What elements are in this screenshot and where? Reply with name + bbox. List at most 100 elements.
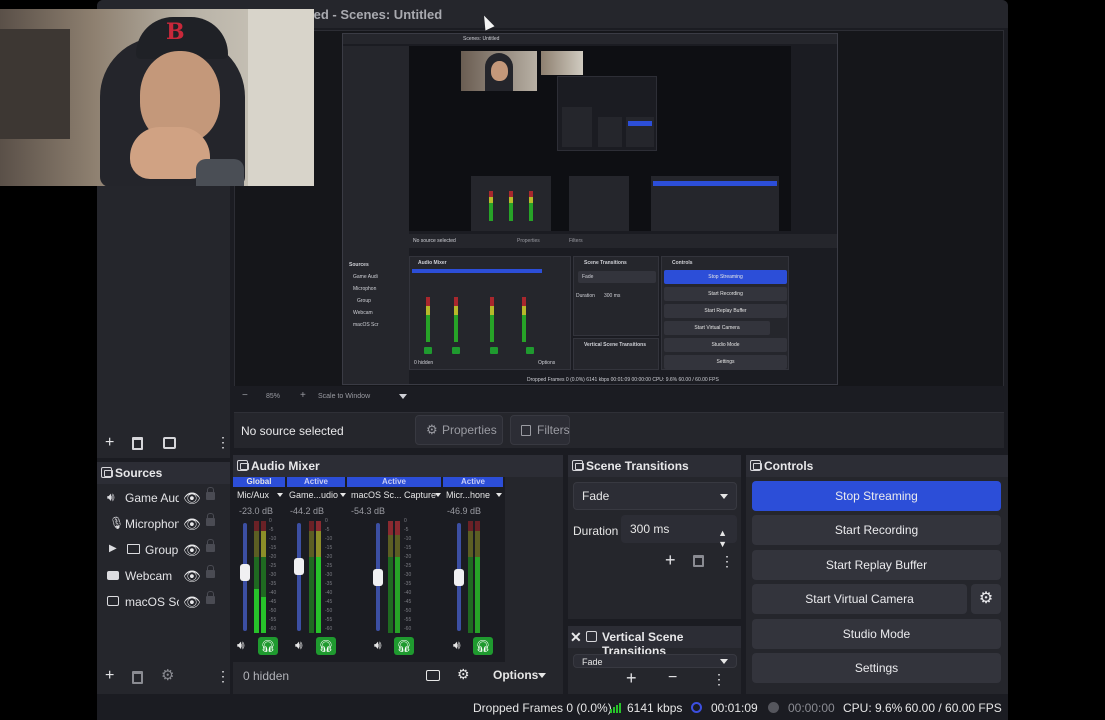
advanced-audio-gear-icon[interactable]: ⚙ [457, 666, 470, 683]
vertical-transition-menu-dots-icon[interactable]: ⋮ [712, 671, 726, 687]
level-meter [395, 521, 400, 633]
fader-knob[interactable] [240, 563, 250, 581]
fader-knob[interactable] [373, 569, 383, 586]
headphones-icon[interactable]: 🎧︎ [258, 637, 278, 655]
remove-scene-trash-icon[interactable] [132, 437, 143, 450]
nested-transitions-title: Scene Transitions [584, 260, 627, 266]
level-meter [388, 521, 393, 633]
stop-streaming-button[interactable]: Stop Streaming [752, 481, 1001, 511]
lock-icon[interactable] [206, 591, 215, 604]
chevron-right-icon[interactable]: ▶ [109, 543, 121, 555]
start-replay-buffer-button[interactable]: Start Replay Buffer [752, 550, 1001, 580]
lock-icon[interactable] [206, 487, 215, 500]
eye-icon[interactable]: 👁︎ [183, 594, 201, 611]
chevron-down-icon[interactable] [435, 493, 441, 497]
scale-dropdown-arrow[interactable] [399, 394, 407, 399]
close-icon[interactable]: ✕ [570, 629, 582, 646]
mixer-layout-icon[interactable] [426, 670, 440, 681]
chevron-down-icon[interactable] [277, 493, 283, 497]
tattoo-arm [196, 159, 244, 186]
meter-scale-tick: 0 [404, 518, 407, 524]
vertical-transition-select[interactable]: Fade [573, 654, 737, 668]
volume-fader[interactable] [297, 523, 301, 631]
lock-icon[interactable] [206, 565, 215, 578]
folder-icon [127, 544, 140, 554]
zoom-out-button[interactable]: − [242, 390, 248, 401]
headphones-icon[interactable]: 🎧︎ [394, 637, 414, 655]
lock-icon[interactable] [206, 513, 215, 526]
studio-mode-button[interactable]: Studio Mode [752, 619, 1001, 649]
scene-menu-dots-icon[interactable]: ⋮ [216, 434, 230, 450]
remove-source-trash-icon[interactable] [132, 671, 143, 684]
scale-to-window[interactable]: Scale to Window [318, 393, 370, 400]
nested-status-bar: Dropped Frames 0 (0.0%) 6141 kbps 00:01:… [409, 374, 837, 384]
settings-button[interactable]: Settings [752, 653, 1001, 683]
add-scene-button[interactable]: + [105, 435, 114, 451]
nested-audio-mixer-title: Audio Mixer [418, 260, 447, 266]
zoom-in-button[interactable]: + [300, 390, 306, 401]
nested-vertical-transitions: Vertical Scene Transitions [573, 338, 659, 370]
sources-header: Sources [97, 462, 230, 484]
cpu-usage: CPU: 9.6% [843, 701, 903, 715]
headphones-icon[interactable]: 🎧︎ [316, 637, 336, 655]
source-menu-dots-icon[interactable]: ⋮ [216, 668, 230, 684]
filters-button[interactable]: Filters [510, 415, 570, 445]
transition-select[interactable]: Fade [573, 482, 737, 510]
start-recording-button[interactable]: Start Recording [752, 515, 1001, 545]
chevron-down-icon [720, 494, 728, 499]
transition-menu-dots-icon[interactable]: ⋮ [720, 553, 734, 569]
chevron-down-icon[interactable] [538, 673, 546, 678]
remove-transition-trash-icon[interactable] [693, 555, 704, 567]
channel-name[interactable]: macOS Sc... Capture [351, 490, 436, 500]
speaker-icon: 🔊︎ [107, 490, 115, 504]
properties-button[interactable]: ⚙ Properties [415, 415, 503, 445]
chevron-down-icon[interactable] [340, 493, 346, 497]
chevron-down-icon[interactable] [496, 493, 502, 497]
channel-name[interactable]: Mic/Aux [237, 490, 269, 500]
lock-icon[interactable] [206, 539, 215, 552]
meter-scale-tick: -10 [325, 536, 333, 542]
headphones-icon[interactable]: 🎧︎ [473, 637, 493, 655]
start-virtual-camera-button[interactable]: Start Virtual Camera [752, 584, 967, 614]
virtual-camera-gear-icon[interactable]: ⚙ [971, 584, 1001, 614]
source-properties-gear-icon[interactable]: ⚙ [161, 668, 174, 684]
source-item-macos-screen[interactable]: macOS Scr 👁︎ [97, 589, 230, 615]
channel-name[interactable]: Game...udio [289, 490, 338, 500]
speaker-icon[interactable]: 🔊︎ [295, 638, 303, 653]
source-item-webcam[interactable]: Webcam 👁︎ [97, 563, 230, 589]
speaker-icon[interactable]: 🔊︎ [374, 638, 382, 653]
eye-icon[interactable]: 👁︎ [183, 542, 201, 559]
source-label: Webcam [125, 569, 173, 583]
scene-filters-icon[interactable] [163, 437, 176, 449]
nested-webcam-thumb-2 [541, 51, 583, 75]
sources-title: Sources [115, 466, 163, 480]
duration-value: 300 ms [630, 522, 670, 536]
source-item-microphone[interactable]: 🎙︎ Microphon 👁︎ [97, 511, 230, 537]
source-item-group[interactable]: ▶ Group 👁︎ [97, 537, 230, 563]
add-source-button[interactable]: + [105, 668, 114, 684]
filters-icon [521, 425, 531, 436]
record-time: 00:00:00 [788, 701, 835, 715]
meter-scale-tick: -30 [404, 572, 412, 578]
options-button[interactable]: Options [493, 668, 538, 682]
audio-mixer-header: Audio Mixer [233, 455, 563, 477]
eye-icon[interactable]: 👁︎ [183, 490, 201, 507]
speaker-icon[interactable]: 🔊︎ [453, 638, 461, 653]
remove-vertical-transition-button[interactable]: − [668, 670, 677, 686]
duration-stepper[interactable]: 300 ms ▲ ▼ [621, 515, 737, 549]
nested-stop-streaming: Stop Streaming [664, 270, 787, 284]
scene-transitions-header: Scene Transitions [568, 455, 741, 477]
meter-scale-tick: -10 [404, 536, 412, 542]
eye-icon[interactable]: 👁︎ [183, 516, 201, 533]
eye-icon[interactable]: 👁︎ [183, 568, 201, 585]
fader-knob[interactable] [294, 558, 304, 576]
add-transition-button[interactable]: + [665, 551, 676, 569]
fader-knob[interactable] [454, 569, 464, 586]
meter-scale-tick: -5 [325, 527, 330, 533]
speaker-icon[interactable]: 🔊︎ [237, 638, 245, 653]
duration-label: Duration [573, 524, 619, 538]
add-vertical-transition-button[interactable]: + [626, 669, 637, 687]
channel-name[interactable]: Micr...hone [446, 490, 490, 500]
source-item-game-audio[interactable]: 🔊︎ Game Audi 👁︎ [97, 485, 230, 511]
streaming-indicator-icon [691, 702, 702, 713]
